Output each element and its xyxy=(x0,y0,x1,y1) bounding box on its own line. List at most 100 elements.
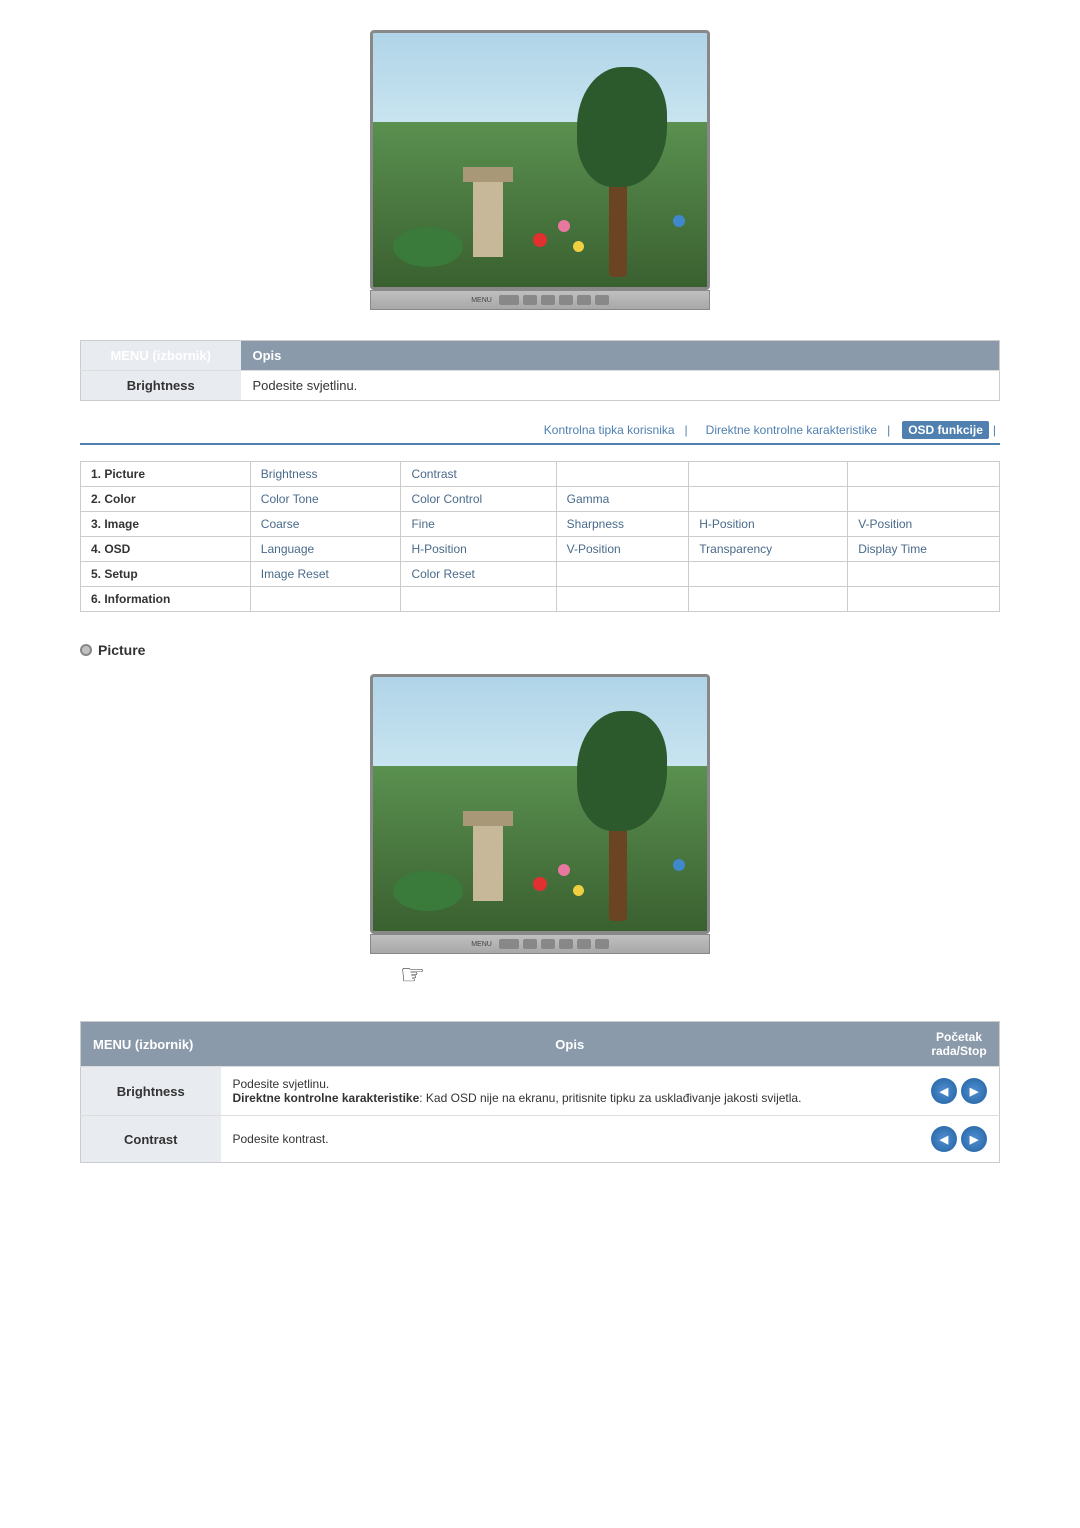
osd-empty-6a xyxy=(250,587,401,612)
osd-sub-transparency[interactable]: Transparency xyxy=(689,537,848,562)
menu-label-2: MENU xyxy=(471,941,492,948)
brightness-decrease-btn[interactable]: ◀ xyxy=(931,1078,957,1104)
monitor-controls-2: MENU xyxy=(471,939,609,949)
osd-row-4: 4. OSD Language H-Position V-Position Tr… xyxy=(81,537,1000,562)
bottom-table-col2-header: Opis xyxy=(221,1022,920,1067)
tree-top xyxy=(577,67,667,187)
tab-osd[interactable]: OSD funkcije xyxy=(902,421,989,439)
osd-empty-2b xyxy=(848,487,1000,512)
monitor-btn-source-2[interactable] xyxy=(559,939,573,949)
bottom-start-brightness: ◀ ▶ xyxy=(919,1067,1000,1116)
monitor-btn-auto-2[interactable] xyxy=(577,939,591,949)
tree-top-2 xyxy=(577,711,667,831)
osd-sub-sharpness[interactable]: Sharpness xyxy=(556,512,689,537)
bottom-table: MENU (izbornik) Opis Početak rada/Stop B… xyxy=(80,1021,1000,1163)
osd-sub-hposition-4[interactable]: H-Position xyxy=(401,537,556,562)
bottom-menu-contrast: Contrast xyxy=(81,1116,221,1163)
monitor-btn-power[interactable] xyxy=(595,295,609,305)
decorative-ball-pink-2 xyxy=(558,864,570,876)
nav-sep-3: | xyxy=(993,423,996,437)
bottom-menu-brightness: Brightness xyxy=(81,1067,221,1116)
nav-sep-2: | xyxy=(887,423,890,437)
decorative-ball-yellow xyxy=(573,241,584,252)
osd-sub-colorreset[interactable]: Color Reset xyxy=(401,562,556,587)
osd-empty-1a xyxy=(556,462,689,487)
osd-sub-contrast[interactable]: Contrast xyxy=(401,462,556,487)
osd-sub-fine[interactable]: Fine xyxy=(401,512,556,537)
monitor-screen-2 xyxy=(370,674,710,934)
osd-sub-language[interactable]: Language xyxy=(250,537,401,562)
osd-sub-imagereset[interactable]: Image Reset xyxy=(250,562,401,587)
osd-menu-6: 6. Information xyxy=(81,587,251,612)
brightness-desc-line2-suffix: : Kad OSD nije na ekranu, pritisnite tip… xyxy=(419,1091,801,1105)
monitor-wrapper-1: MENU xyxy=(370,30,710,310)
tab-kontrolna[interactable]: Kontrolna tipka korisnika xyxy=(538,421,681,439)
monitor-btn-source[interactable] xyxy=(559,295,573,305)
osd-menu-1: 1. Picture xyxy=(81,462,251,487)
nav-sep-1: | xyxy=(685,423,688,437)
osd-sub-brightness[interactable]: Brightness xyxy=(250,462,401,487)
decorative-ball-blue-2 xyxy=(673,859,685,871)
bottom-table-col1-header: MENU (izbornik) xyxy=(81,1022,221,1067)
osd-empty-2a xyxy=(689,487,848,512)
monitor-btn-power-2[interactable] xyxy=(595,939,609,949)
monitor-btn-updown[interactable] xyxy=(523,295,537,305)
contrast-desc-line1: Podesite kontrast. xyxy=(233,1132,329,1146)
contrast-arrow-buttons: ◀ ▶ xyxy=(931,1126,987,1152)
decorative-ball-yellow-2 xyxy=(573,885,584,896)
monitor-btn-auto[interactable] xyxy=(577,295,591,305)
osd-row-2: 2. Color Color Tone Color Control Gamma xyxy=(81,487,1000,512)
bush xyxy=(393,227,463,267)
monitor-btn-brightness[interactable] xyxy=(499,295,519,305)
monitor-btn-leftright[interactable] xyxy=(541,295,555,305)
circle-icon xyxy=(80,644,92,656)
osd-row-5: 5. Setup Image Reset Color Reset xyxy=(81,562,1000,587)
table1-row1-desc: Podesite svjetlinu. xyxy=(241,371,1000,401)
monitor-controls-1: MENU xyxy=(471,295,609,305)
contrast-increase-btn[interactable]: ▶ xyxy=(961,1126,987,1152)
pagoda xyxy=(473,177,503,257)
monitor-btn-updown-2[interactable] xyxy=(523,939,537,949)
bottom-row-contrast: Contrast Podesite kontrast. ◀ ▶ xyxy=(81,1116,1000,1163)
osd-empty-5b xyxy=(689,562,848,587)
bottom-table-col3-header: Početak rada/Stop xyxy=(919,1022,1000,1067)
osd-menu-2: 2. Color xyxy=(81,487,251,512)
osd-menu-3: 3. Image xyxy=(81,512,251,537)
osd-empty-6b xyxy=(401,587,556,612)
bottom-row-brightness: Brightness Podesite svjetlinu. Direktne … xyxy=(81,1067,1000,1116)
osd-sub-coarse[interactable]: Coarse xyxy=(250,512,401,537)
menu-label: MENU xyxy=(471,297,492,304)
osd-sub-colorcontrol[interactable]: Color Control xyxy=(401,487,556,512)
decorative-ball-red xyxy=(533,233,547,247)
osd-sub-hposition-3[interactable]: H-Position xyxy=(689,512,848,537)
osd-sub-vposition-4[interactable]: V-Position xyxy=(556,537,689,562)
hand-cursor-icon: ☞ xyxy=(400,958,710,991)
monitor-btn-brightness-2[interactable] xyxy=(499,939,519,949)
monitor-section-2: MENU ☞ xyxy=(80,674,1000,991)
monitor-screen-inner-2 xyxy=(373,677,707,931)
osd-sub-gamma[interactable]: Gamma xyxy=(556,487,689,512)
bottom-desc-contrast: Podesite kontrast. xyxy=(221,1116,920,1163)
bush-2 xyxy=(393,871,463,911)
monitor-btn-leftright-2[interactable] xyxy=(541,939,555,949)
decorative-ball-blue xyxy=(673,215,685,227)
osd-sub-displaytime[interactable]: Display Time xyxy=(848,537,1000,562)
osd-menu-5: 5. Setup xyxy=(81,562,251,587)
contrast-decrease-btn[interactable]: ◀ xyxy=(931,1126,957,1152)
pagoda-2 xyxy=(473,821,503,901)
picture-section-heading: Picture xyxy=(80,642,1000,658)
tab-direktne[interactable]: Direktne kontrolne karakteristike xyxy=(700,421,883,439)
table1-col2-header: Opis xyxy=(241,341,1000,371)
brightness-increase-btn[interactable]: ▶ xyxy=(961,1078,987,1104)
monitor-screen-1 xyxy=(370,30,710,290)
bottom-start-contrast: ◀ ▶ xyxy=(919,1116,1000,1163)
osd-sub-colortone[interactable]: Color Tone xyxy=(250,487,401,512)
osd-empty-6c xyxy=(556,587,689,612)
brightness-table-1: MENU (izbornik) Opis Brightness Podesite… xyxy=(80,340,1000,401)
monitor-screen-inner-1 xyxy=(373,33,707,287)
monitor-bezel-1: MENU xyxy=(370,290,710,310)
osd-sub-vposition-3[interactable]: V-Position xyxy=(848,512,1000,537)
monitor-wrapper-2: MENU ☞ xyxy=(370,674,710,991)
osd-empty-6e xyxy=(848,587,1000,612)
osd-empty-1b xyxy=(689,462,848,487)
